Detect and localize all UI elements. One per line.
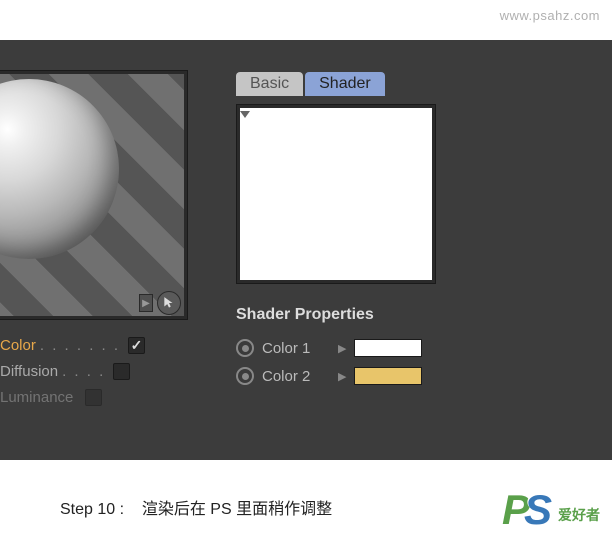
color2-radio[interactable] bbox=[236, 367, 254, 385]
material-preview bbox=[0, 74, 184, 316]
dropdown-triangle-icon bbox=[240, 111, 250, 118]
color2-label: Color 2 bbox=[262, 368, 330, 385]
color1-swatch[interactable] bbox=[354, 339, 422, 357]
channel-label: Diffusion bbox=[0, 363, 58, 380]
cinema4d-panel: ite ▶ Color . . . . . . . Diffusion . . … bbox=[0, 40, 612, 460]
cursor-icon bbox=[162, 296, 176, 310]
shader-swatch bbox=[240, 108, 432, 280]
channel-checkbox-diffusion[interactable] bbox=[113, 363, 130, 380]
shader-tabs: Basic Shader bbox=[236, 72, 598, 96]
color1-label: Color 1 bbox=[262, 340, 330, 357]
tab-shader[interactable]: Shader bbox=[305, 72, 385, 96]
color2-row: Color 2 ▶ bbox=[236, 362, 598, 390]
color1-radio[interactable] bbox=[236, 339, 254, 357]
material-channels: Color . . . . . . . Diffusion . . . . Lu… bbox=[0, 332, 160, 410]
tab-basic[interactable]: Basic bbox=[236, 72, 303, 96]
channel-checkbox-color[interactable] bbox=[128, 337, 145, 354]
color2-swatch[interactable] bbox=[354, 367, 422, 385]
watermark-url: www.psahz.com bbox=[500, 8, 600, 23]
shader-properties: Shader Properties Color 1 ▶ Color 2 ▶ bbox=[236, 306, 598, 390]
channel-label: Luminance bbox=[0, 389, 73, 406]
channel-diffusion[interactable]: Diffusion . . . . bbox=[0, 358, 160, 384]
shader-panel: Basic Shader Shader Properties Color 1 ▶… bbox=[218, 72, 598, 390]
channel-luminance[interactable]: Luminance bbox=[0, 384, 160, 410]
expand-arrow-icon[interactable]: ▶ bbox=[338, 342, 346, 355]
color1-row: Color 1 ▶ bbox=[236, 334, 598, 362]
dots: . . . . bbox=[62, 363, 105, 380]
dots: . . . . . . . bbox=[40, 337, 120, 354]
step-number: Step 10 : bbox=[60, 501, 124, 518]
expand-arrow-icon[interactable]: ▶ bbox=[338, 370, 346, 383]
preview-controls: ▶ bbox=[139, 291, 181, 315]
step-caption: Step 10 : 渲染后在 PS 里面稍作调整 bbox=[60, 495, 332, 519]
material-preview-panel: ite ▶ bbox=[0, 70, 188, 320]
shader-preview-box[interactable] bbox=[236, 104, 436, 284]
site-logo: P S 爱好者 bbox=[502, 486, 600, 534]
channel-color[interactable]: Color . . . . . . . bbox=[0, 332, 160, 358]
logo-letter-s: S bbox=[524, 486, 552, 534]
step-description: 渲染后在 PS 里面稍作调整 bbox=[142, 501, 332, 518]
cursor-picker-button[interactable] bbox=[157, 291, 181, 315]
shader-properties-title: Shader Properties bbox=[236, 306, 598, 324]
channel-checkbox-luminance[interactable] bbox=[85, 389, 102, 406]
channel-label: Color bbox=[0, 337, 36, 354]
logo-suffix: 爱好者 bbox=[558, 505, 600, 525]
preview-nav-button[interactable]: ▶ bbox=[139, 294, 153, 312]
